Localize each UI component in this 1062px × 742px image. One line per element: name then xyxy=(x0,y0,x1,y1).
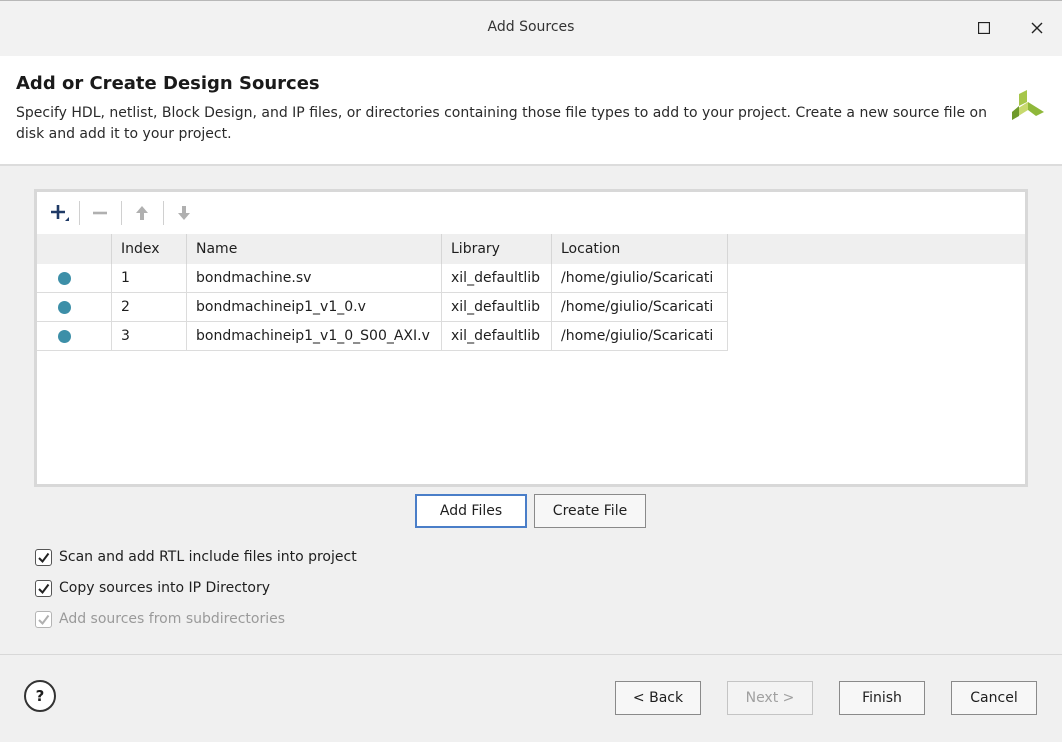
scan-rtl-label: Scan and add RTL include files into proj… xyxy=(59,549,357,565)
maximize-button[interactable] xyxy=(971,15,997,41)
column-header-location[interactable]: Location xyxy=(552,234,728,264)
column-header-name[interactable]: Name xyxy=(187,234,442,264)
close-icon xyxy=(1031,22,1043,34)
location-cell: /home/giulio/Scaricati xyxy=(552,264,728,293)
library-cell[interactable]: xil_defaultlib xyxy=(442,264,552,293)
index-cell: 2 xyxy=(112,293,187,322)
copy-sources-checkbox[interactable] xyxy=(35,579,52,597)
name-cell: bondmachineip1_v1_0_S00_AXI.v xyxy=(187,322,442,351)
copy-sources-option[interactable]: Copy sources into IP Directory xyxy=(35,578,270,598)
cancel-button[interactable]: Cancel xyxy=(951,681,1037,715)
scan-rtl-option[interactable]: Scan and add RTL include files into proj… xyxy=(35,547,357,567)
next-button[interactable]: Next > xyxy=(727,681,813,715)
library-cell[interactable]: xil_defaultlib xyxy=(442,322,552,351)
index-cell: 3 xyxy=(112,322,187,351)
toolbar-divider xyxy=(121,201,122,225)
footer-divider xyxy=(0,654,1062,655)
name-cell: bondmachineip1_v1_0.v xyxy=(187,293,442,322)
arrow-down-icon xyxy=(178,206,190,220)
add-source-button[interactable] xyxy=(47,201,71,225)
vivado-logo-icon xyxy=(1012,90,1044,120)
toolbar-divider xyxy=(79,201,80,225)
page-description: Specify HDL, netlist, Block Design, and … xyxy=(16,105,987,142)
add-subdirs-checkbox xyxy=(35,610,52,628)
name-cell: bondmachine.sv xyxy=(187,264,442,293)
checkmark-icon xyxy=(38,614,50,625)
plus-icon xyxy=(51,205,69,221)
status-dot-icon xyxy=(58,272,71,285)
status-dot-icon xyxy=(58,301,71,314)
title-bar: Add Sources xyxy=(0,0,1062,56)
move-up-button[interactable] xyxy=(130,201,154,225)
column-header-status[interactable] xyxy=(37,234,112,264)
table-row[interactable]: 1 bondmachine.sv xil_defaultlib /home/gi… xyxy=(37,264,1025,293)
maximize-icon xyxy=(978,22,990,34)
page-title: Add or Create Design Sources xyxy=(16,73,320,94)
finish-button[interactable]: Finish xyxy=(839,681,925,715)
location-cell: /home/giulio/Scaricati xyxy=(552,322,728,351)
back-button[interactable]: < Back xyxy=(615,681,701,715)
table-toolbar xyxy=(37,192,1025,234)
table-row[interactable]: 2 bondmachineip1_v1_0.v xil_defaultlib /… xyxy=(37,293,1025,322)
table-body: 1 bondmachine.sv xil_defaultlib /home/gi… xyxy=(37,264,1025,351)
checkmark-icon xyxy=(38,583,50,594)
add-files-button[interactable]: Add Files xyxy=(415,494,527,528)
minus-icon xyxy=(93,211,107,215)
toolbar-divider xyxy=(163,201,164,225)
index-cell: 1 xyxy=(112,264,187,293)
sources-table-panel: Index Name Library Location 1 bondmachin… xyxy=(34,189,1028,487)
remove-source-button[interactable] xyxy=(88,201,112,225)
column-header-index[interactable]: Index xyxy=(112,234,187,264)
library-cell[interactable]: xil_defaultlib xyxy=(442,293,552,322)
checkmark-icon xyxy=(38,552,50,563)
table-header: Index Name Library Location xyxy=(37,234,1025,264)
help-button[interactable]: ? xyxy=(24,680,56,712)
status-dot-icon xyxy=(58,330,71,343)
location-cell: /home/giulio/Scaricati xyxy=(552,293,728,322)
move-down-button[interactable] xyxy=(172,201,196,225)
dialog-header: Add or Create Design Sources Specify HDL… xyxy=(0,56,1062,166)
copy-sources-label: Copy sources into IP Directory xyxy=(59,580,271,596)
table-row[interactable]: 3 bondmachineip1_v1_0_S00_AXI.v xil_defa… xyxy=(37,322,1025,351)
status-cell xyxy=(37,322,112,351)
add-subdirs-option: Add sources from subdirectories xyxy=(35,609,285,629)
close-button[interactable] xyxy=(1024,15,1050,41)
status-cell xyxy=(37,293,112,322)
scan-rtl-checkbox[interactable] xyxy=(35,548,52,566)
column-header-library[interactable]: Library xyxy=(442,234,552,264)
create-file-button[interactable]: Create File xyxy=(534,494,646,528)
add-subdirs-label: Add sources from subdirectories xyxy=(59,611,286,627)
status-cell xyxy=(37,264,112,293)
arrow-up-icon xyxy=(136,206,148,220)
window-title: Add Sources xyxy=(487,19,575,35)
